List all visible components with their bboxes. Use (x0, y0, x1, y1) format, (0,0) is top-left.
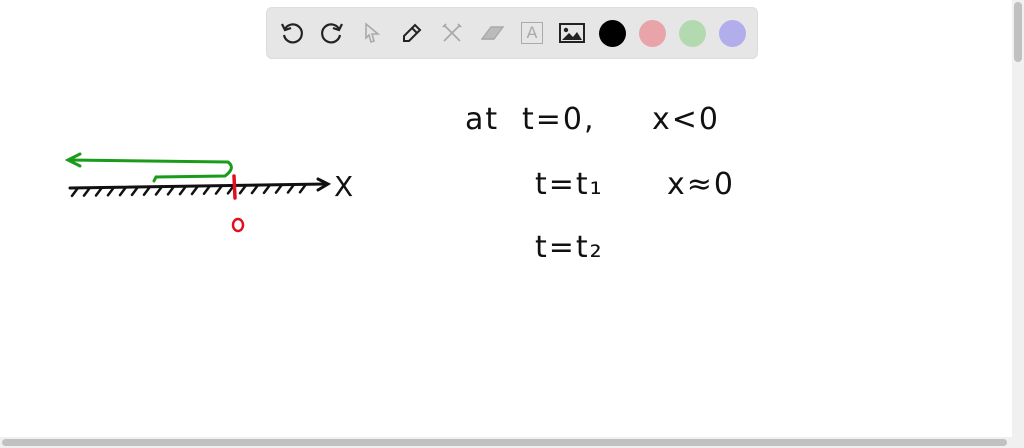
line-1-right: x<0 (652, 102, 720, 137)
line-1-at: at (465, 102, 500, 137)
vertical-scrollbar[interactable] (1012, 0, 1024, 437)
line-2-right: x≈0 (667, 167, 735, 202)
origin-tick (232, 174, 237, 200)
horizontal-scroll-thumb[interactable] (2, 439, 1007, 446)
origin-label: 0 (233, 212, 236, 213)
horizontal-scrollbar[interactable] (0, 437, 1024, 448)
origin-circle (231, 217, 245, 233)
vertical-scroll-thumb[interactable] (1014, 2, 1022, 62)
number-line-drawing (64, 152, 332, 233)
x-axis (68, 177, 332, 192)
axis-label: X (334, 170, 356, 203)
green-motion-path (68, 158, 233, 183)
line-1-eq: t=0, (522, 102, 596, 137)
line-2-eq: t=t₁ (535, 167, 604, 202)
line-3-eq: t=t₂ (535, 230, 604, 265)
